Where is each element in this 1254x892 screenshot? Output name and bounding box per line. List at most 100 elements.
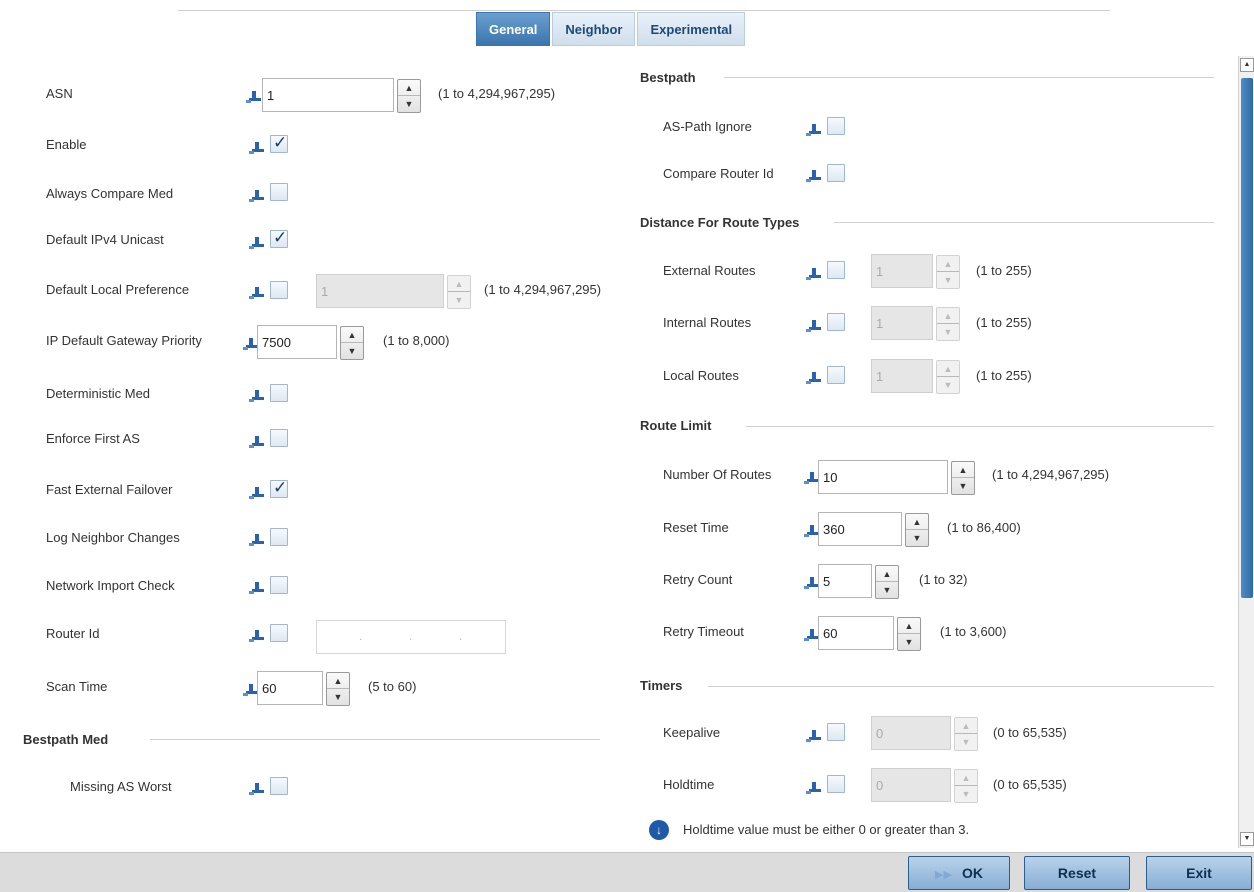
enforce-first-as-checkbox[interactable] <box>270 429 288 447</box>
asn-stepper[interactable]: ▲ ▼ <box>397 79 421 113</box>
tab-experimental[interactable]: Experimental <box>637 12 746 46</box>
deterministic-med-checkbox[interactable] <box>270 384 288 402</box>
retry-timeout-stepper[interactable]: ▲ ▼ <box>897 617 921 651</box>
increment-icon[interactable]: ▲ <box>937 308 959 324</box>
ip-default-gateway-priority-stepper[interactable]: ▲ ▼ <box>340 326 364 360</box>
number-of-routes-spinner[interactable]: 10 ▲ ▼ <box>818 460 975 495</box>
decrement-icon[interactable]: ▼ <box>955 734 977 750</box>
router-id-ip-input[interactable]: . . . <box>316 620 506 654</box>
increment-icon[interactable]: ▲ <box>952 462 974 478</box>
scan-time-spinner[interactable]: 60 ▲ ▼ <box>257 671 350 706</box>
pin-icon[interactable] <box>806 266 822 282</box>
keepalive-checkbox[interactable] <box>827 723 845 741</box>
reset-button[interactable]: Reset <box>1024 856 1130 890</box>
number-of-routes-value[interactable]: 10 <box>823 470 837 485</box>
external-routes-checkbox[interactable] <box>827 261 845 279</box>
scan-time-stepper[interactable]: ▲ ▼ <box>326 672 350 706</box>
pin-icon[interactable] <box>249 485 265 501</box>
decrement-icon[interactable]: ▼ <box>952 478 974 494</box>
holdtime-stepper[interactable]: ▲ ▼ <box>954 769 978 803</box>
decrement-icon[interactable]: ▼ <box>937 272 959 288</box>
pin-icon[interactable] <box>249 188 265 204</box>
keepalive-stepper[interactable]: ▲ ▼ <box>954 717 978 751</box>
retry-count-spinner[interactable]: 5 ▲ ▼ <box>818 564 899 599</box>
decrement-icon[interactable]: ▼ <box>876 582 898 598</box>
pin-icon[interactable] <box>806 780 822 796</box>
fast-external-failover-checkbox[interactable]: ✓ <box>270 478 288 498</box>
ok-button[interactable]: ▶▶ OK <box>908 856 1010 890</box>
increment-icon[interactable]: ▲ <box>937 256 959 272</box>
tab-neighbor[interactable]: Neighbor <box>552 12 636 46</box>
increment-icon[interactable]: ▲ <box>341 327 363 343</box>
exit-button[interactable]: Exit <box>1146 856 1252 890</box>
pin-icon[interactable] <box>806 318 822 334</box>
decrement-icon[interactable]: ▼ <box>937 324 959 340</box>
pin-icon[interactable] <box>249 580 265 596</box>
pin-icon[interactable] <box>249 285 265 301</box>
compare-router-id-checkbox[interactable] <box>827 164 845 182</box>
default-local-preference-checkbox[interactable] <box>270 281 288 299</box>
pin-icon[interactable] <box>806 122 822 138</box>
pin-icon[interactable] <box>806 728 822 744</box>
ip-default-gateway-priority-spinner[interactable]: 7500 ▲ ▼ <box>257 325 364 360</box>
decrement-icon[interactable]: ▼ <box>955 786 977 802</box>
holdtime-checkbox[interactable] <box>827 775 845 793</box>
increment-icon[interactable]: ▲ <box>898 618 920 634</box>
reset-time-spinner[interactable]: 360 ▲ ▼ <box>818 512 929 547</box>
pin-icon[interactable] <box>246 89 262 105</box>
local-routes-stepper[interactable]: ▲ ▼ <box>936 360 960 394</box>
default-ipv4-unicast-checkbox[interactable]: ✓ <box>270 228 288 248</box>
decrement-icon[interactable]: ▼ <box>341 343 363 359</box>
ip-default-gateway-priority-value[interactable]: 7500 <box>262 335 291 350</box>
reset-time-value[interactable]: 360 <box>823 522 845 537</box>
asn-value[interactable]: 1 <box>267 88 274 103</box>
scrollbar-thumb[interactable] <box>1241 78 1253 598</box>
enable-checkbox[interactable]: ✓ <box>270 133 288 153</box>
pin-icon[interactable] <box>249 532 265 548</box>
pin-icon[interactable] <box>806 168 822 184</box>
pin-icon[interactable] <box>249 628 265 644</box>
increment-icon[interactable]: ▲ <box>955 770 977 786</box>
increment-icon[interactable]: ▲ <box>327 673 349 689</box>
default-local-preference-stepper[interactable]: ▲ ▼ <box>447 275 471 309</box>
missing-as-worst-checkbox[interactable] <box>270 777 288 795</box>
increment-icon[interactable]: ▲ <box>955 718 977 734</box>
holdtime-spinner[interactable]: 0 ▲ ▼ <box>871 768 978 803</box>
pin-icon[interactable] <box>806 370 822 386</box>
increment-icon[interactable]: ▲ <box>937 361 959 377</box>
retry-count-value[interactable]: 5 <box>823 574 830 589</box>
internal-routes-checkbox[interactable] <box>827 313 845 331</box>
vertical-scrollbar[interactable]: ▲ ▼ <box>1238 56 1254 848</box>
pin-icon[interactable] <box>249 388 265 404</box>
decrement-icon[interactable]: ▼ <box>327 689 349 705</box>
internal-routes-value[interactable]: 1 <box>876 316 883 331</box>
decrement-icon[interactable]: ▼ <box>398 96 420 112</box>
log-neighbor-changes-checkbox[interactable] <box>270 528 288 546</box>
always-compare-med-checkbox[interactable] <box>270 183 288 201</box>
decrement-icon[interactable]: ▼ <box>906 530 928 546</box>
local-routes-checkbox[interactable] <box>827 366 845 384</box>
scan-time-value[interactable]: 60 <box>262 681 276 696</box>
increment-icon[interactable]: ▲ <box>448 276 470 292</box>
retry-count-stepper[interactable]: ▲ ▼ <box>875 565 899 599</box>
scroll-up-arrow-icon[interactable]: ▲ <box>1240 58 1254 72</box>
increment-icon[interactable]: ▲ <box>398 80 420 96</box>
decrement-icon[interactable]: ▼ <box>898 634 920 650</box>
number-of-routes-stepper[interactable]: ▲ ▼ <box>951 461 975 495</box>
keepalive-spinner[interactable]: 0 ▲ ▼ <box>871 716 978 751</box>
local-routes-value[interactable]: 1 <box>876 369 883 384</box>
tab-general[interactable]: General <box>476 12 551 46</box>
holdtime-value[interactable]: 0 <box>876 778 883 793</box>
increment-icon[interactable]: ▲ <box>876 566 898 582</box>
router-id-checkbox[interactable] <box>270 624 288 642</box>
external-routes-value[interactable]: 1 <box>876 264 883 279</box>
reset-time-stepper[interactable]: ▲ ▼ <box>905 513 929 547</box>
default-local-preference-value[interactable]: 1 <box>321 284 328 299</box>
local-routes-spinner[interactable]: 1 ▲ ▼ <box>871 359 960 394</box>
retry-timeout-spinner[interactable]: 60 ▲ ▼ <box>818 616 921 651</box>
retry-timeout-value[interactable]: 60 <box>823 626 837 641</box>
pin-icon[interactable] <box>249 235 265 251</box>
internal-routes-stepper[interactable]: ▲ ▼ <box>936 307 960 341</box>
internal-routes-spinner[interactable]: 1 ▲ ▼ <box>871 306 960 341</box>
increment-icon[interactable]: ▲ <box>906 514 928 530</box>
